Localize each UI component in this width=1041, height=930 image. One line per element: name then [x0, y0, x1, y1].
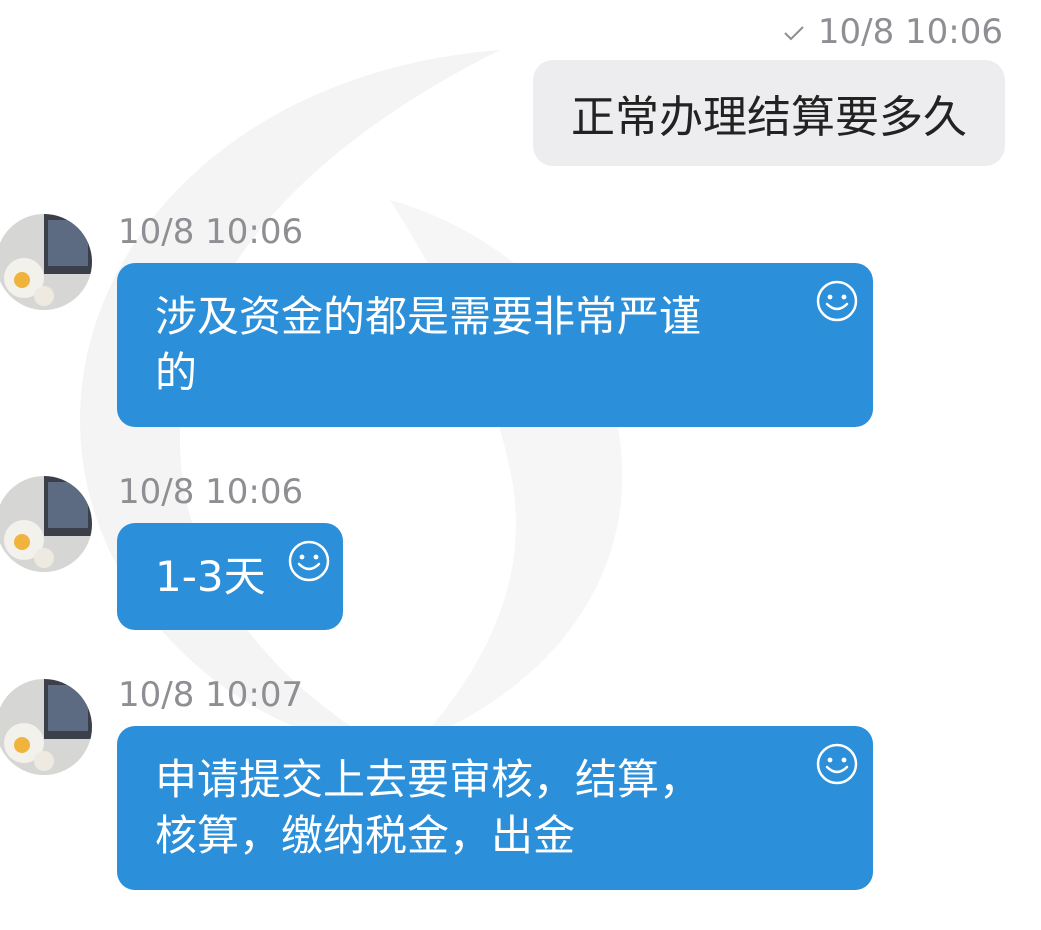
incoming-message-bubble[interactable]: 涉及资金的都是需要非常严谨 的: [117, 263, 873, 427]
check-icon: [784, 26, 804, 41]
outgoing-timestamp: 10/8 10:06: [817, 12, 1003, 52]
smile-icon[interactable]: [815, 742, 859, 786]
message-line: 涉及资金的都是需要非常严谨: [155, 292, 702, 341]
incoming-message-bubble[interactable]: 申请提交上去要审核，结算， 核算，缴纳税金，出金: [117, 726, 873, 890]
message-timestamp: 10/8 10:07: [118, 675, 304, 715]
message-line: 的: [155, 348, 198, 397]
message-text: 涉及资金的都是需要非常严谨 的: [155, 289, 701, 401]
avatar[interactable]: [0, 214, 92, 310]
avatar-image: [0, 679, 92, 775]
message-timestamp: 10/8 10:06: [118, 472, 304, 512]
avatar[interactable]: [0, 679, 92, 775]
message-line: 核算，缴纳税金，出金: [155, 811, 576, 860]
outgoing-message-bubble[interactable]: 正常办理结算要多久: [533, 60, 1005, 166]
outgoing-message-text: 正常办理结算要多久: [571, 92, 967, 143]
smile-icon[interactable]: [815, 279, 859, 323]
smile-icon[interactable]: [287, 539, 331, 583]
outgoing-meta: 10/8 10:06: [782, 10, 1003, 54]
message-timestamp: 10/8 10:06: [118, 212, 304, 252]
message-text: 1-3天: [155, 549, 266, 605]
message-text: 申请提交上去要审核，结算， 核算，缴纳税金，出金: [155, 752, 701, 864]
avatar-image: [0, 476, 92, 572]
avatar[interactable]: [0, 476, 92, 572]
message-line: 1-3天: [155, 552, 266, 601]
message-line: 申请提交上去要审核，结算，: [155, 755, 702, 804]
avatar-image: [0, 214, 92, 310]
incoming-message-bubble[interactable]: 1-3天: [117, 523, 343, 630]
chat-view[interactable]: 10/8 10:06 正常办理结算要多久 10/8 10:06 涉及资金的都是需…: [0, 0, 1041, 930]
